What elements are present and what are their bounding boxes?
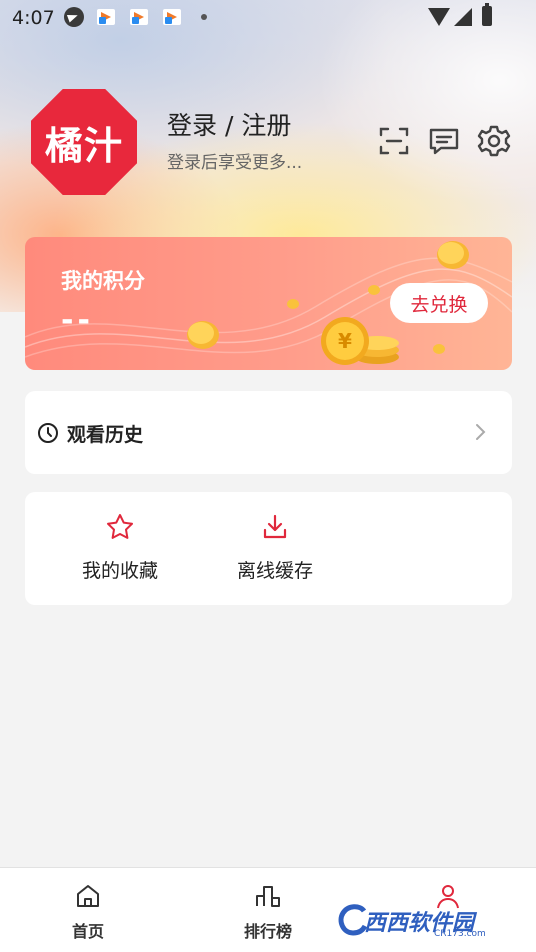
message-icon[interactable] [427,124,461,158]
nav-ranking[interactable]: 排行榜 [218,882,318,942]
offline-cache-button[interactable]: 离线缓存 [215,512,335,583]
watch-history-row[interactable]: 观看历史 [25,391,512,474]
scan-icon[interactable] [377,124,411,158]
status-bar: 4:07 [0,0,536,34]
signal-icon [454,8,472,26]
nav-ranking-label: 排行榜 [243,922,292,941]
more-notifications-dot [201,14,207,20]
watch-history-label: 观看历史 [67,424,144,446]
download-icon [263,514,287,539]
app-notification-icon [163,9,181,25]
site-watermark: 西西软件园 CR173.com [338,901,518,943]
settings-icon[interactable] [477,124,511,158]
nav-home-label: 首页 [71,922,104,941]
offline-cache-label: 离线缓存 [236,560,313,582]
svg-text:¥: ¥ [338,329,352,353]
app-notification-icon [130,9,148,25]
status-time: 4:07 [12,7,55,29]
points-title: 我的积分 [61,269,145,293]
quick-actions-card: 我的收藏 离线缓存 [25,492,512,605]
star-icon [107,514,133,539]
points-value: -- [61,303,94,338]
nav-home[interactable]: 首页 [38,882,138,942]
app-notification-icon [97,9,115,25]
clock-icon [38,423,58,443]
ranking-icon [256,886,280,907]
telegram-icon [64,7,84,27]
chevron-right-icon [476,424,486,440]
logo-text: 橘汁 [44,122,123,168]
redeem-button[interactable]: 去兑换 [390,283,488,323]
watermark-subtext: CR173.com [434,929,486,939]
points-card[interactable]: ¥ 我的积分 -- 去兑换 [25,237,512,370]
login-subtitle: 登录后享受更多... [167,153,303,173]
home-icon [77,885,99,907]
login-register-link[interactable]: 登录 / 注册 [167,106,291,142]
wifi-icon [428,8,450,26]
favorites-button[interactable]: 我的收藏 [60,512,180,583]
battery-icon [482,3,492,26]
favorites-label: 我的收藏 [81,560,158,582]
